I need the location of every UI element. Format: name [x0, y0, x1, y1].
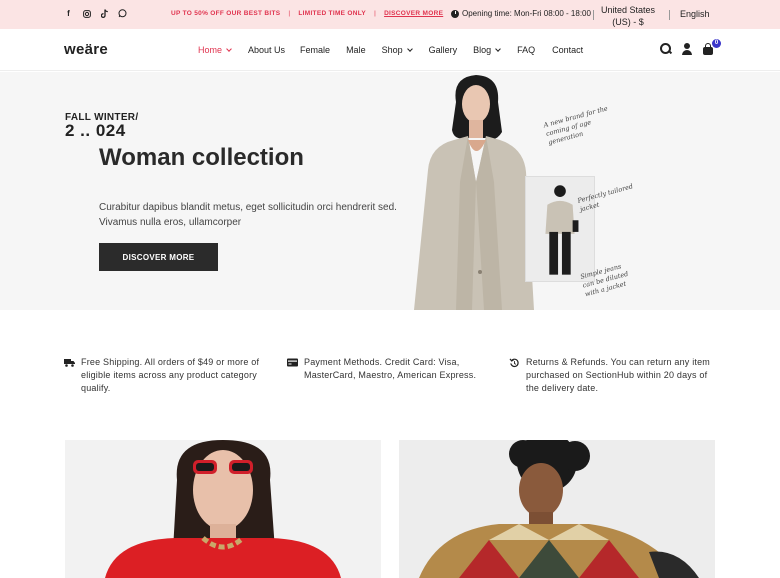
cart-count-badge: 0: [712, 39, 721, 48]
discover-more-link[interactable]: DISCOVER MORE: [384, 10, 443, 17]
logo[interactable]: weäre: [64, 41, 108, 58]
nav-icons: [660, 43, 714, 55]
whatsapp-icon[interactable]: [118, 8, 127, 19]
promo-strip: UP TO 50% OFF OUR BEST BITS | LIMITED TI…: [171, 10, 443, 17]
chevron-down-icon: [226, 45, 232, 52]
nav-item-female[interactable]: Female: [300, 45, 330, 55]
language-selector[interactable]: English: [680, 9, 710, 19]
main-menu: Home About Us Female Male Shop Gallery B…: [198, 45, 583, 55]
hero-subtitle: Curabitur dapibus blandit metus, eget so…: [99, 202, 397, 228]
feature-free-shipping: Free Shipping. All orders of $49 or more…: [64, 356, 264, 395]
chevron-down-icon: [406, 45, 413, 52]
feature-payment-methods: Payment Methods. Credit Card: Visa, Mast…: [287, 356, 482, 382]
feature-text: Payment Methods. Credit Card: Visa, Mast…: [304, 357, 477, 380]
tiktok-icon[interactable]: [100, 8, 109, 19]
nav-item-faq[interactable]: FAQ: [517, 45, 535, 55]
main-navbar: weäre Home About Us Female Male Shop Gal…: [0, 29, 780, 71]
man-argyle-sweater-image: [399, 440, 715, 578]
hero-year: 2 .. 024: [65, 121, 126, 140]
instagram-icon[interactable]: [82, 8, 91, 19]
nav-item-gallery[interactable]: Gallery: [429, 45, 458, 55]
product-card-woman[interactable]: [65, 440, 381, 578]
divider: [669, 10, 670, 20]
feature-returns-refunds: Returns & Refunds. You can return any it…: [509, 356, 714, 395]
hero-title: Woman collection: [99, 144, 304, 171]
promo-text-limited: LIMITED TIME ONLY: [298, 10, 367, 17]
nav-item-male[interactable]: Male: [346, 45, 366, 55]
chevron-down-icon: [495, 45, 501, 52]
clock-icon: [451, 9, 459, 18]
truck-icon: [64, 359, 75, 367]
promo-text: UP TO 50% OFF OUR BEST BITS: [171, 10, 281, 17]
search-icon[interactable]: [660, 43, 672, 55]
product-card-man[interactable]: [399, 440, 715, 578]
woman-red-sweater-image: [65, 440, 381, 578]
social-links: f: [64, 8, 127, 19]
nav-item-about-us[interactable]: About Us: [248, 45, 285, 55]
nav-item-blog[interactable]: Blog: [473, 45, 501, 55]
return-icon: [509, 358, 519, 368]
hero-note: A new brand for the coming of age genera…: [542, 104, 609, 147]
feature-text: Returns & Refunds. You can return any it…: [526, 357, 711, 393]
credit-card-icon: [287, 358, 298, 367]
divider: [593, 10, 594, 20]
hero-banner: FALL WINTER/ 2 .. 024 Woman collection C…: [0, 72, 780, 310]
opening-hours: Opening time: Mon-Fri 08:00 - 18:00: [451, 9, 591, 18]
promo-separator: |: [374, 10, 377, 17]
top-bar: f UP TO 50% OFF OUR BEST BITS | LIMITED …: [0, 0, 780, 29]
account-icon[interactable]: [681, 43, 693, 55]
currency-selector[interactable]: United States (US) - $: [598, 4, 658, 28]
jacket-detail-image: [525, 176, 595, 282]
promo-separator: |: [288, 10, 291, 17]
facebook-icon[interactable]: f: [64, 8, 73, 19]
opening-hours-text: Opening time: Mon-Fri 08:00 - 18:00: [462, 9, 591, 18]
feature-text: Free Shipping. All orders of $49 or more…: [81, 357, 260, 393]
nav-item-shop[interactable]: Shop: [382, 45, 413, 55]
nav-item-contact[interactable]: Contact: [552, 45, 583, 55]
nav-item-home[interactable]: Home: [198, 45, 232, 55]
discover-more-button[interactable]: DISCOVER MORE: [99, 243, 218, 271]
